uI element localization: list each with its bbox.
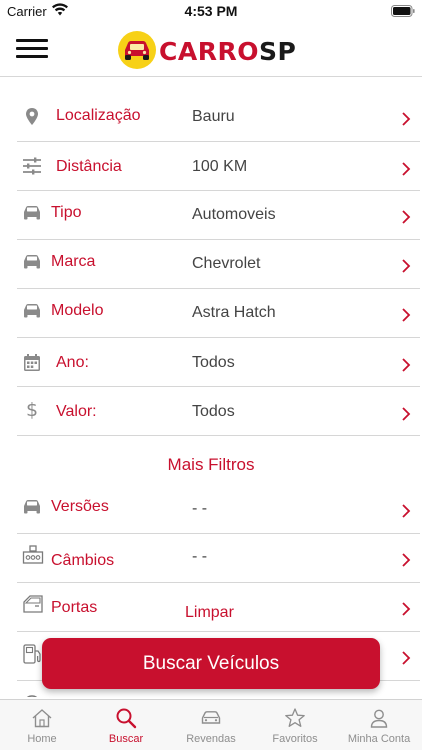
filter-value: - -	[192, 548, 208, 565]
menu-icon[interactable]	[16, 39, 48, 59]
chevron-right-icon	[402, 259, 411, 273]
filter-value: Todos	[192, 403, 235, 420]
filter-label: Marca	[51, 253, 96, 270]
gearbox-icon	[22, 545, 44, 564]
filter-label: Valor:	[56, 403, 97, 420]
filter-row-distancia[interactable]: Distância 100 KM	[17, 143, 420, 191]
car-icon	[24, 206, 40, 220]
sliders-icon	[23, 157, 41, 175]
chevron-right-icon	[402, 308, 411, 322]
chevron-right-icon	[402, 358, 411, 372]
filter-value: Todos	[192, 354, 235, 371]
battery-icon	[391, 5, 415, 17]
chevron-right-icon	[402, 112, 411, 126]
car-icon	[24, 304, 40, 318]
tab-label: Buscar	[108, 733, 144, 745]
search-vehicles-button[interactable]: Buscar Veículos	[42, 638, 380, 689]
tab-bar: Home Buscar Revendas Favoritos Minha Con…	[0, 699, 422, 750]
chevron-right-icon	[402, 602, 411, 616]
status-bar: Carrier 4:53 PM	[0, 0, 422, 22]
tab-minha-conta[interactable]: Minha Conta	[337, 700, 421, 750]
filter-row-localizacao[interactable]: Localização Bauru	[17, 94, 420, 142]
filter-label: Versões	[51, 498, 109, 515]
filter-row-versoes[interactable]: Versões - -	[17, 486, 420, 534]
car-logo-icon	[118, 31, 156, 69]
filter-label: Distância	[56, 158, 122, 175]
clock: 4:53 PM	[184, 3, 238, 19]
location-pin-icon	[26, 108, 38, 125]
clock-icon	[26, 695, 38, 697]
filter-row-tipo[interactable]: Tipo Automoveis	[17, 192, 420, 240]
logo-text-sp: SP	[258, 37, 297, 66]
filter-value: Bauru	[192, 108, 235, 125]
chevron-right-icon	[402, 162, 411, 176]
dollar-icon: $	[25, 399, 39, 421]
star-icon	[285, 708, 305, 727]
logo-text-carro: CARRO	[159, 37, 259, 66]
filter-value: Astra Hatch	[192, 304, 276, 321]
filter-value: 100 KM	[192, 158, 248, 175]
car-icon	[24, 500, 40, 514]
car-door-icon	[23, 595, 43, 613]
filter-label: Tipo	[51, 204, 82, 221]
more-filters-title: Mais Filtros	[167, 455, 255, 474]
user-icon	[370, 709, 388, 728]
chevron-right-icon	[402, 651, 411, 665]
home-icon	[32, 709, 52, 728]
filter-label: Portas	[51, 599, 98, 616]
chevron-right-icon	[402, 407, 411, 421]
filter-label: Câmbios	[51, 552, 115, 569]
tab-home[interactable]: Home	[0, 700, 84, 750]
filter-row-valor[interactable]: $ Valor: Todos	[17, 388, 420, 436]
tab-favoritos[interactable]: Favoritos	[253, 700, 337, 750]
nav-bar: CARROSP	[0, 22, 422, 77]
filter-row-marca[interactable]: Marca Chevrolet	[17, 241, 420, 289]
filter-row-cambios[interactable]: Câmbios - -	[17, 535, 420, 583]
filter-value: Automoveis	[192, 206, 276, 223]
logo-text: CARROSP	[159, 37, 296, 66]
tab-label: Home	[27, 733, 57, 745]
calendar-icon	[24, 354, 40, 371]
filter-label: Modelo	[51, 302, 104, 319]
tab-buscar[interactable]: Buscar	[84, 700, 168, 750]
tab-label: Minha Conta	[347, 733, 411, 745]
clear-filters-button[interactable]: Limpar	[185, 604, 234, 622]
filter-value: Chevrolet	[192, 255, 261, 272]
tab-label: Favoritos	[272, 733, 318, 745]
tab-revendas[interactable]: Revendas	[169, 700, 253, 750]
chevron-right-icon	[402, 210, 411, 224]
chevron-right-icon	[402, 553, 411, 567]
filter-value: - -	[192, 500, 208, 517]
filter-row-modelo[interactable]: Modelo Astra Hatch	[17, 290, 420, 338]
search-icon	[116, 708, 137, 729]
car-icon	[24, 255, 40, 269]
filter-label: Localização	[56, 107, 141, 124]
filter-row-ano[interactable]: Ano: Todos	[17, 339, 420, 387]
filter-label: Ano:	[56, 354, 89, 371]
app-logo: CARROSP	[117, 28, 307, 72]
tab-label: Revendas	[186, 733, 236, 745]
fuel-pump-icon	[23, 644, 41, 664]
chevron-right-icon	[402, 504, 411, 518]
car-front-icon	[201, 711, 221, 724]
